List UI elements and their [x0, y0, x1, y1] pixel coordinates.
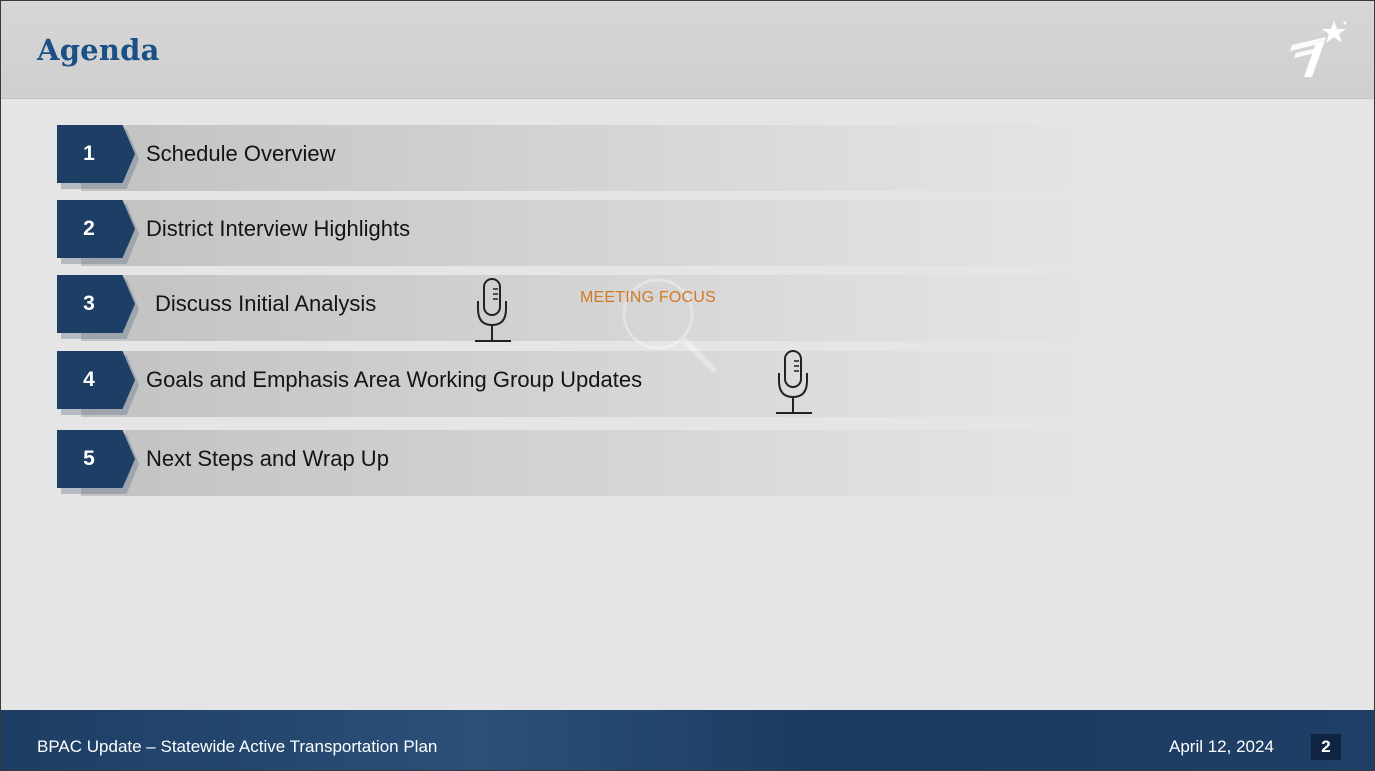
agenda-item: 3 Discuss Initial Analysis [1, 275, 1171, 341]
logo-star-icon [1290, 21, 1347, 77]
page-title: Agenda [37, 33, 160, 67]
agenda-item: 5 Next Steps and Wrap Up [1, 430, 1161, 496]
agenda-number: 2 [83, 217, 95, 240]
page-number: 2 [1311, 734, 1341, 760]
agenda-number: 5 [83, 447, 95, 470]
magnifier-icon [622, 278, 716, 372]
slide: Agenda 1 Schedule Overview 2 District In… [0, 0, 1375, 771]
agenda-number: 3 [83, 292, 95, 315]
agenda-number: 1 [83, 142, 95, 165]
meeting-focus-label: MEETING FOCUS [580, 289, 716, 306]
agenda-item: 2 District Interview Highlights [1, 200, 1161, 266]
agenda-label: Next Steps and Wrap Up [146, 446, 389, 471]
footer-date: April 12, 2024 [1169, 737, 1274, 756]
agenda-label: Goals and Emphasis Area Working Group Up… [146, 367, 643, 392]
agenda-item: 1 Schedule Overview [1, 125, 1161, 191]
microphone-icon [475, 278, 511, 342]
agenda-item: 4 Goals and Emphasis Area Working Group … [1, 351, 1161, 417]
footer-title: BPAC Update – Statewide Active Transport… [37, 737, 438, 756]
header: Agenda [1, 1, 1374, 99]
microphone-icon [776, 350, 812, 414]
agenda-label: Discuss Initial Analysis [155, 291, 377, 316]
footer: BPAC Update – Statewide Active Transport… [1, 710, 1374, 770]
agenda-label: Schedule Overview [146, 141, 336, 166]
agenda-label: District Interview Highlights [146, 216, 411, 241]
agenda-number: 4 [83, 368, 95, 391]
